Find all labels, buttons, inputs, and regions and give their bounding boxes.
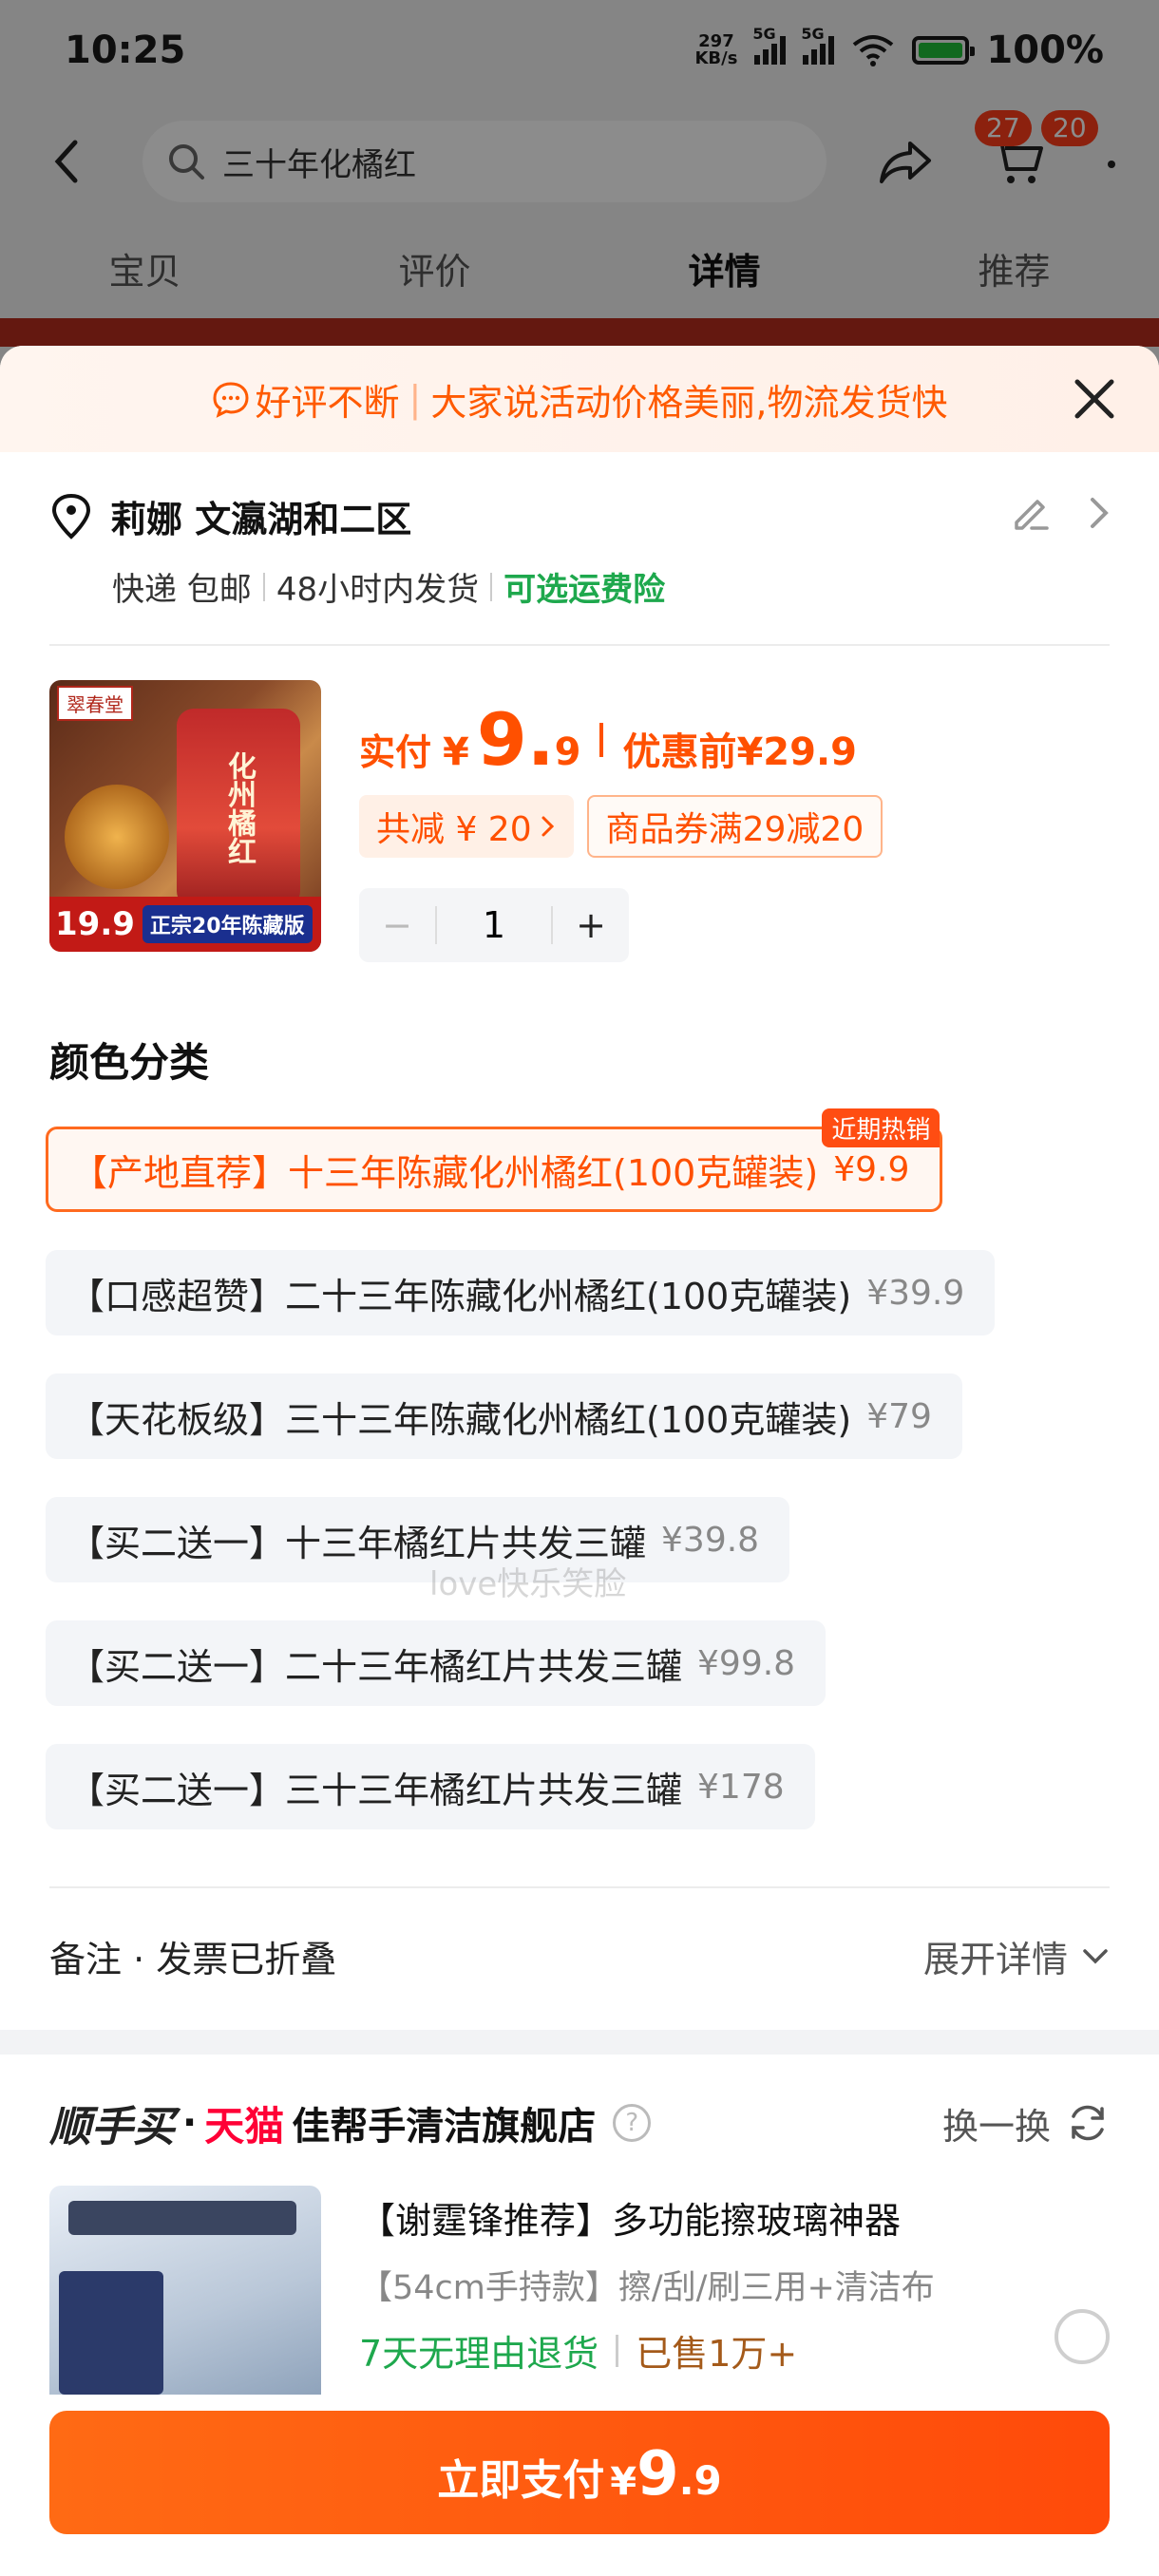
thumb-promo: 19.9 正宗20年陈藏版 <box>49 897 321 952</box>
close-icon[interactable] <box>1068 372 1121 426</box>
discount-chip[interactable]: 共减 ¥ 20 <box>359 795 574 858</box>
thumb-price: 19.9 <box>55 905 135 943</box>
chevron-right-icon[interactable] <box>1089 496 1110 530</box>
background-page: 10:25 297 KB/s 5G 5G 100% 三十年化橘红 27 20 宝… <box>0 0 1159 380</box>
address-actions <box>1009 492 1110 534</box>
price-decimal: 9 <box>554 730 581 774</box>
shipping-info: 快递 包邮 48小时内发货 可选运费险 <box>112 563 1110 610</box>
store-name[interactable]: 佳帮手清洁旗舰店 <box>292 2095 596 2150</box>
section-gap <box>0 2030 1159 2055</box>
product-thumbnail[interactable]: 翠春堂 化州橘红 19.9 正宗20年陈藏版 <box>49 680 321 952</box>
options-title: 颜色分类 <box>49 1039 210 1086</box>
expand-details-button[interactable]: 展开详情 <box>923 1930 1110 1982</box>
watermark: love快乐笑脸 <box>429 1565 627 1603</box>
quantity-stepper: − 1 + <box>359 888 629 962</box>
recommend-tags: 7天无理由退货 已售1万+ <box>359 2324 1110 2377</box>
notice-part2: 大家说活动价格美丽,物流发货快 <box>430 381 948 424</box>
pay-now-button[interactable]: 立即支付 ¥ 9 .9 <box>49 2411 1110 2534</box>
options-list: 【产地直荐】十三年陈藏化州橘红(100克罐装) ¥9.9 近期热销 【口感超赞】… <box>0 1089 1159 1867</box>
pay-label: 实付 <box>359 731 432 773</box>
chevron-right-icon <box>542 816 554 837</box>
chevron-down-icon <box>1083 1948 1108 1963</box>
increase-button[interactable]: + <box>553 904 629 946</box>
currency: ¥ <box>443 730 469 774</box>
notice-part1: 好评不断 <box>255 381 400 424</box>
recommend-image <box>49 2186 321 2395</box>
tmall-logo: 天猫 <box>204 2102 285 2150</box>
recommend-subtitle: 【54cm手持款】擦/刮/刷三用+清洁布 <box>359 2269 935 2307</box>
review-notice: 好评不断 | 大家说活动价格美丽,物流发货快 <box>0 346 1159 452</box>
shunshoumai-logo: 顺手买 <box>49 2103 175 2151</box>
thumb-brand: 翠春堂 <box>57 686 133 721</box>
option-item[interactable]: 【买二送一】三十三年橘红片共发三罐 ¥178 <box>46 1744 815 1829</box>
location-pin-icon <box>51 493 91 540</box>
select-radio[interactable] <box>1054 2309 1110 2364</box>
recommend-title: 【谢霆锋推荐】多功能擦玻璃神器 <box>359 2200 902 2242</box>
swap-button[interactable]: 换一换 <box>942 2097 1110 2150</box>
shipping-time: 48小时内发货 <box>276 571 480 609</box>
thumb-jar: 化州橘红 <box>177 709 300 908</box>
return-policy-tag: 7天无理由退货 <box>359 2333 599 2375</box>
store-recommend: 顺手买 · 天猫 佳帮手清洁旗舰店 ? 换一换 【谢霆锋推荐】多功能擦玻璃神器 … <box>0 2055 1159 2395</box>
help-icon[interactable]: ? <box>613 2104 652 2142</box>
address-section[interactable]: 莉娜 文瀛湖和二区 快递 包邮 48小时内发货 可选运费险 <box>0 452 1159 610</box>
shipping-insurance-link[interactable]: 可选运费险 <box>504 563 665 610</box>
chat-icon <box>213 382 249 418</box>
note-label: 备注 · 发票已折叠 <box>49 1939 337 1980</box>
original-label: 优惠前 <box>622 730 737 774</box>
dim-overlay[interactable] <box>0 0 1159 380</box>
price-row: 实付 ¥ 9. 9 优惠前 ¥29.9 <box>359 697 1110 782</box>
note-row[interactable]: 备注 · 发票已折叠 展开详情 <box>0 1888 1159 1982</box>
shipping-method: 快递 包邮 <box>112 571 252 609</box>
option-item[interactable]: 【天花板级】三十三年陈藏化州橘红(100克罐装) ¥79 <box>46 1373 962 1459</box>
sold-count-tag: 已售1万+ <box>636 2333 798 2375</box>
coupon-row: 共减 ¥ 20 商品券满29减20 <box>359 795 1110 858</box>
coupon-chip[interactable]: 商品券满29减20 <box>586 795 884 858</box>
product-summary: 翠春堂 化州橘红 19.9 正宗20年陈藏版 实付 ¥ 9. 9 优惠前 ¥29… <box>0 646 1159 962</box>
hot-sale-tag: 近期热销 <box>822 1108 940 1147</box>
thumb-promo-text: 正宗20年陈藏版 <box>142 905 313 943</box>
checkout-sheet: 好评不断 | 大家说活动价格美丽,物流发货快 莉娜 文瀛湖和二区 快递 包邮 4… <box>0 346 1159 2576</box>
product-info: 实付 ¥ 9. 9 优惠前 ¥29.9 共减 ¥ 20 商品券满29减20 − <box>359 680 1110 962</box>
option-item[interactable]: 【口感超赞】二十三年陈藏化州橘红(100克罐装) ¥39.9 <box>46 1250 996 1335</box>
option-item-selected[interactable]: 【产地直荐】十三年陈藏化州橘红(100克罐装) ¥9.9 近期热销 <box>46 1108 943 1212</box>
quantity-value[interactable]: 1 <box>435 906 553 944</box>
price-integer: 9. <box>476 697 555 782</box>
edit-icon[interactable] <box>1009 492 1051 534</box>
recommend-info: 【谢霆锋推荐】多功能擦玻璃神器 【54cm手持款】擦/刮/刷三用+清洁布 7天无… <box>359 2186 1110 2395</box>
notice-divider: | <box>408 378 422 420</box>
store-header: 顺手买 · 天猫 佳帮手清洁旗舰店 ? 换一换 <box>49 2093 1110 2153</box>
address-line: 莉娜 文瀛湖和二区 <box>49 490 1110 542</box>
address-name: 莉娜 文瀛湖和二区 <box>110 499 412 540</box>
decrease-button[interactable]: − <box>359 904 435 946</box>
option-item[interactable]: 【买二送一】十三年橘红片共发三罐 ¥39.8 <box>46 1497 790 1582</box>
refresh-icon <box>1072 2105 1104 2141</box>
option-item[interactable]: 【买二送一】二十三年橘红片共发三罐 ¥99.8 <box>46 1620 826 1706</box>
original-price: ¥29.9 <box>736 730 857 774</box>
recommend-item[interactable]: 【谢霆锋推荐】多功能擦玻璃神器 【54cm手持款】擦/刮/刷三用+清洁布 7天无… <box>49 2186 1110 2395</box>
